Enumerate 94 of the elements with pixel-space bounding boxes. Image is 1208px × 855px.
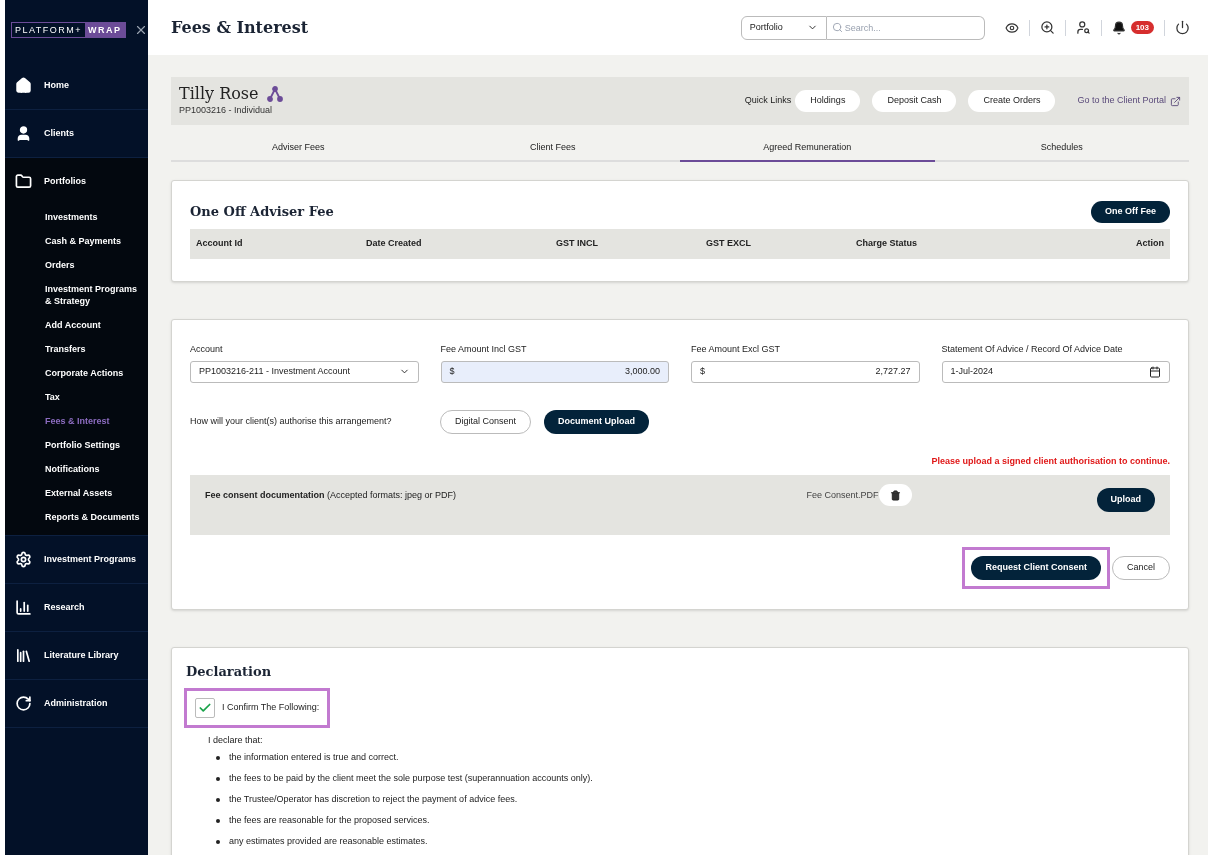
tab[interactable]: Schedules bbox=[934, 135, 1189, 162]
file-name: Fee Consent.PDF bbox=[806, 489, 879, 502]
nav-item[interactable]: Research bbox=[5, 584, 148, 631]
library-icon bbox=[15, 647, 32, 664]
nav-item[interactable]: Clients bbox=[5, 110, 148, 157]
field-label: Fee Amount Excl GST bbox=[691, 343, 782, 356]
nav-subitem[interactable]: Fees & Interest bbox=[5, 409, 148, 433]
declaration-intro: I declare that: bbox=[208, 733, 264, 747]
external-link-icon bbox=[1170, 95, 1181, 107]
quick-link-button[interactable]: Deposit Cash bbox=[872, 90, 957, 112]
column-header: GST INCL bbox=[556, 237, 599, 251]
nav-subitem[interactable]: Add Account bbox=[5, 313, 148, 337]
gear-icon bbox=[15, 551, 32, 568]
nav-subitem[interactable]: External Assets bbox=[5, 481, 148, 505]
client-name: Tilly Rose bbox=[179, 84, 259, 105]
logo-text: WRAP bbox=[85, 23, 125, 37]
declaration-item: any estimates provided are reasonable estimates. bbox=[229, 834, 428, 848]
card-title: One Off Adviser Fee bbox=[190, 203, 334, 222]
declaration-item: the fees are reasonable for the proposed services. bbox=[229, 813, 430, 827]
bullet-icon bbox=[216, 797, 220, 802]
cancel-button[interactable]: Cancel bbox=[1112, 556, 1170, 580]
column-header: Account Id bbox=[196, 237, 244, 251]
date-field[interactable]: 1-Jul-2024 bbox=[941, 360, 1170, 383]
user-icon bbox=[15, 125, 32, 142]
checkbox-label: I Confirm The Following: bbox=[222, 700, 320, 714]
network-icon bbox=[266, 86, 283, 103]
request-consent-button[interactable]: Request Client Consent bbox=[971, 556, 1101, 580]
nav-item[interactable]: Portfolios bbox=[5, 158, 148, 205]
nav-item[interactable]: Administration bbox=[5, 680, 148, 727]
column-header: GST EXCL bbox=[706, 237, 752, 251]
amount-field[interactable]: $ 3,000.00 bbox=[440, 360, 669, 383]
bullet-icon bbox=[216, 776, 220, 781]
nav-subitem[interactable]: Cash & Payments bbox=[5, 229, 148, 253]
bar-chart-icon bbox=[15, 599, 32, 616]
trash-icon bbox=[889, 489, 901, 501]
nav-subitem[interactable]: Investments bbox=[5, 205, 148, 229]
declaration-item: the information entered is true and correct. bbox=[229, 750, 399, 764]
quick-link-button[interactable]: Create Orders bbox=[968, 90, 1056, 112]
card-title: Declaration bbox=[186, 663, 273, 681]
home-icon bbox=[15, 77, 32, 94]
authorise-question: How will your client(s) authorise this arrangement? bbox=[190, 414, 393, 428]
amount-field[interactable]: $ 2,727.27 bbox=[691, 360, 920, 383]
zoom-in-icon[interactable] bbox=[1039, 20, 1055, 35]
bullet-icon bbox=[216, 818, 220, 823]
logo-text: PLATFORM+ bbox=[14, 24, 84, 37]
upload-button[interactable]: Upload bbox=[1096, 488, 1155, 512]
quick-links-label: Quick Links bbox=[744, 94, 792, 108]
folder-icon bbox=[15, 173, 32, 190]
nav-subitem[interactable]: Portfolio Settings bbox=[5, 433, 148, 457]
upload-label: Fee consent documentation (Accepted formats: jpeg or PDF) bbox=[205, 489, 457, 502]
one-off-fee-button[interactable]: One Off Fee bbox=[1091, 201, 1170, 223]
circular-arrow-icon bbox=[15, 695, 32, 712]
tab[interactable]: Agreed Remuneration bbox=[680, 135, 935, 162]
nav-item[interactable]: Literature Library bbox=[5, 632, 148, 679]
search-field[interactable]: Search... bbox=[826, 15, 985, 40]
nav-subitem[interactable]: Orders bbox=[5, 253, 148, 277]
column-header: Date Created bbox=[366, 237, 423, 251]
nav-item[interactable]: Home bbox=[5, 62, 148, 109]
field-label: Fee Amount Incl GST bbox=[440, 343, 528, 356]
client-portal-link[interactable]: Go to the Client Portal bbox=[1077, 94, 1181, 108]
consent-option[interactable]: Digital Consent bbox=[440, 409, 532, 434]
nav-subitem[interactable]: Investment Programs & Strategy bbox=[5, 277, 148, 313]
declaration-item: the Trustee/Operator has discretion to reject the payment of advice fees. bbox=[229, 792, 518, 806]
page-title: Fees & Interest bbox=[171, 16, 309, 39]
declaration-item: the fees to be paid by the client meet the sole purpose test (superannuation accounts only). bbox=[229, 771, 593, 785]
client-subtitle: PP1003216 - Individual bbox=[179, 104, 274, 118]
quick-link-button[interactable]: Holdings bbox=[795, 90, 861, 112]
search-scope-select[interactable]: Portfolio bbox=[740, 15, 827, 40]
bullet-icon bbox=[216, 839, 220, 844]
search-icon bbox=[831, 21, 843, 33]
consent-option[interactable]: Document Upload bbox=[544, 409, 650, 434]
field-label: Statement Of Advice / Record Of Advice Date bbox=[941, 343, 1124, 356]
field-label: Account bbox=[190, 343, 224, 356]
error-message: Please upload a signed client authorisation to continue. bbox=[931, 454, 1170, 468]
power-icon[interactable] bbox=[1175, 20, 1190, 35]
nav-subitem[interactable]: Notifications bbox=[5, 457, 148, 481]
calendar-icon bbox=[1149, 365, 1161, 378]
column-header: Charge Status bbox=[856, 237, 918, 251]
tab[interactable]: Adviser Fees bbox=[171, 135, 426, 162]
nav-subitem[interactable]: Transfers bbox=[5, 337, 148, 361]
delete-file-button[interactable] bbox=[878, 484, 912, 506]
eye-icon[interactable] bbox=[1004, 20, 1019, 35]
nav-subitem[interactable]: Tax bbox=[5, 385, 148, 409]
bullet-icon bbox=[216, 755, 220, 760]
notification-badge: 103 bbox=[1130, 21, 1154, 34]
column-header: Action bbox=[1135, 237, 1164, 251]
tab[interactable]: Client Fees bbox=[425, 135, 680, 162]
nav-item[interactable]: Investment Programs bbox=[5, 536, 148, 583]
user-search-icon[interactable] bbox=[1075, 20, 1091, 35]
bell-icon[interactable] bbox=[1111, 20, 1126, 35]
confirm-checkbox[interactable] bbox=[195, 697, 215, 718]
nav-subitem[interactable]: Corporate Actions bbox=[5, 361, 148, 385]
account-select[interactable]: PP1003216-211 - Investment Account bbox=[190, 360, 419, 383]
nav-subitem[interactable]: Reports & Documents bbox=[5, 505, 148, 529]
